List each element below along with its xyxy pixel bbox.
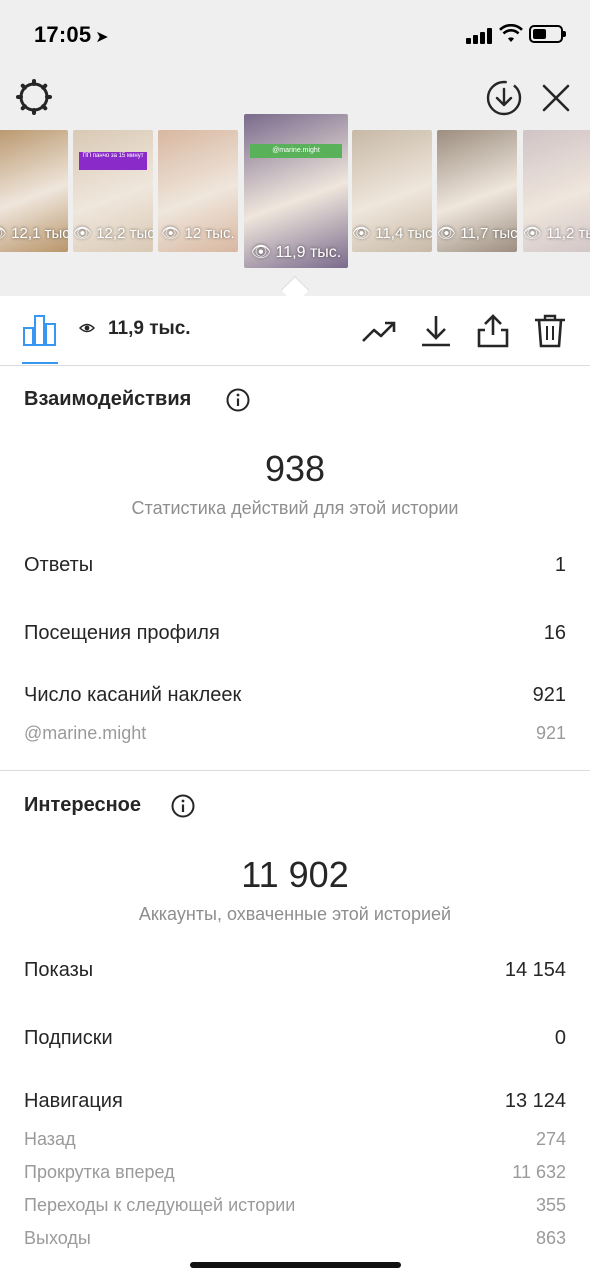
thumbnail-views: 👁 11,9 тыс. <box>250 244 342 261</box>
battery-icon <box>529 25 566 43</box>
replies-value: 1 <box>554 554 566 576</box>
story-thumbnail[interactable]: ПП панчо за 15 минут 👁 12,2 тыс. <box>73 130 153 252</box>
impressions-value: 14 154 <box>504 959 566 981</box>
interactions-total: 938 <box>264 448 326 489</box>
navigation-value: 13 124 <box>504 1090 566 1112</box>
story-thumbnail[interactable]: 👁 11,7 тыс. <box>437 130 517 252</box>
navigation-label: Навигация <box>24 1090 123 1112</box>
share-icon[interactable] <box>475 313 511 349</box>
profile-visits-value: 16 <box>543 622 566 644</box>
follows-label: Подписки <box>24 1027 113 1049</box>
mention-sticker-label[interactable]: @marine.might <box>24 723 146 744</box>
follows-value: 0 <box>554 1027 566 1049</box>
forward-label: Прокрутка вперед <box>24 1162 175 1182</box>
thumbnail-views: 👁 11,2 тыс. <box>523 225 590 242</box>
sticker-taps-label: Число касаний наклеек <box>24 684 242 706</box>
story-thumbnail[interactable]: 👁 11,2 тыс. <box>523 130 590 252</box>
next-story-value: 355 <box>535 1195 566 1215</box>
interactions-title: Взаимодействия <box>24 388 192 410</box>
home-indicator[interactable] <box>190 1262 401 1268</box>
thumbnail-views: 👁 11,7 тыс. <box>437 225 517 242</box>
back-label: Назад <box>24 1129 76 1149</box>
story-thumbnail[interactable]: 👁 12,1 тыс. <box>0 130 68 252</box>
delete-trash-icon[interactable] <box>532 313 568 349</box>
exits-value: 863 <box>535 1228 566 1248</box>
wifi-icon <box>499 24 523 42</box>
settings-gear-icon[interactable] <box>15 78 53 116</box>
back-value: 274 <box>535 1129 566 1149</box>
thumbnail-sticker-text: ПП панчо за 15 минут <box>79 152 147 170</box>
cellular-signal-icon <box>466 28 494 44</box>
thumbnail-mention-sticker: @marine.might <box>250 144 342 158</box>
story-thumbnails: 👁 12,1 тыс. ПП панчо за 15 минут 👁 12,2 … <box>0 114 590 275</box>
location-arrow-icon: ➤ <box>95 29 109 46</box>
story-thumbnail-selected[interactable]: @marine.might 👁 11,9 тыс. <box>244 114 348 268</box>
discovery-title: Интересное <box>24 794 141 816</box>
replies-label: Ответы <box>24 554 94 576</box>
exits-label: Выходы <box>24 1228 91 1248</box>
insights-bar-chart-icon[interactable] <box>22 314 58 346</box>
thumbnail-views: 👁 12 тыс. <box>161 225 235 242</box>
next-story-label: Переходы к следующей истории <box>24 1195 296 1215</box>
accounts-reached-total: 11 902 <box>241 854 349 895</box>
status-time: 17:05 ➤ <box>34 22 109 47</box>
info-icon[interactable] <box>226 388 250 412</box>
thumbnail-views: 👁 12,2 тыс. <box>73 225 153 242</box>
active-tab-indicator <box>22 362 58 364</box>
section-divider <box>0 770 590 771</box>
save-download-icon[interactable] <box>485 79 523 117</box>
story-strip-area: 17:05 ➤ 12,1 тыс. ПП панчо за 15 минут 👁… <box>0 0 590 296</box>
insights-toolbar: 11,9 тыс. <box>0 296 590 366</box>
discovery-subtitle: Аккаунты, охваченные этой историей <box>138 904 452 924</box>
info-icon[interactable] <box>171 794 195 818</box>
close-icon[interactable] <box>538 80 574 116</box>
interactions-subtitle: Статистика действий для этой истории <box>131 498 459 518</box>
promote-trend-icon[interactable] <box>361 313 397 349</box>
story-thumbnail[interactable]: 👁 12 тыс. <box>158 130 238 252</box>
profile-visits-label: Посещения профиля <box>24 622 220 644</box>
status-bar: 17:05 ➤ <box>0 0 590 70</box>
viewers-count[interactable]: 11,9 тыс. <box>108 318 191 340</box>
mention-sticker-value: 921 <box>535 723 566 743</box>
sticker-taps-value: 921 <box>532 684 566 706</box>
eye-icon <box>79 323 95 333</box>
thumbnail-views: 👁 12,1 тыс. <box>0 225 68 242</box>
thumbnail-views: 👁 11,4 тыс. <box>352 225 432 242</box>
impressions-label: Показы <box>24 959 94 981</box>
story-thumbnail[interactable]: 👁 11,4 тыс. <box>352 130 432 252</box>
forward-value: 11 632 <box>512 1162 566 1182</box>
download-icon[interactable] <box>418 313 454 349</box>
